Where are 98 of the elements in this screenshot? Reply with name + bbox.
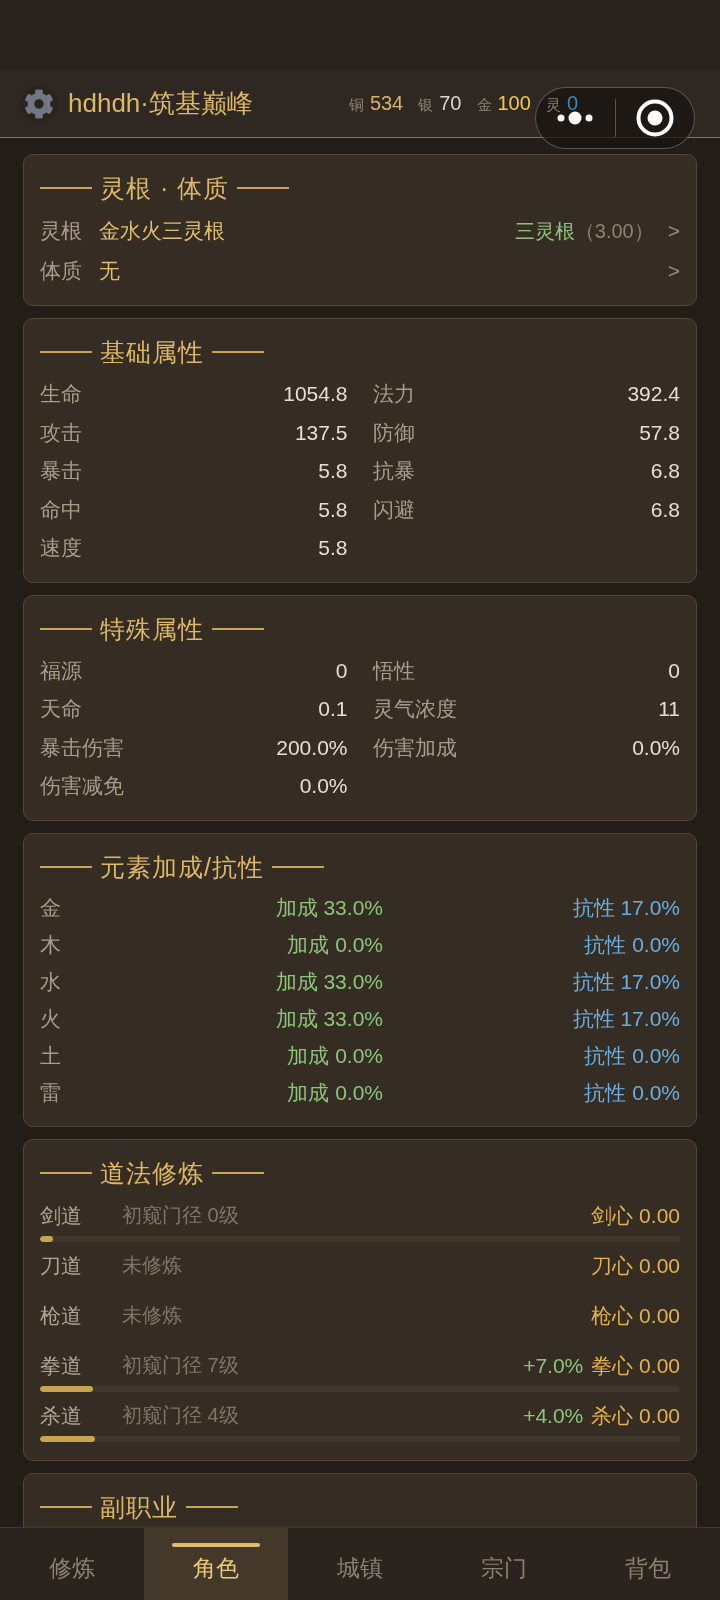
stat-label: 法力 (372, 381, 415, 408)
heart-value: 拳心 0.00 (591, 1352, 680, 1379)
element-label: 木 (40, 932, 62, 958)
more-icon[interactable] (557, 111, 594, 125)
heart-value: 杀心 0.00 (591, 1402, 680, 1429)
element-label: 土 (40, 1043, 62, 1069)
currency-label: 银 (418, 96, 434, 115)
bonus-value: 加成 0.0% (287, 932, 383, 958)
stat-label: 速度 (40, 535, 82, 562)
grade-text: 三灵根 (514, 218, 575, 244)
bonus-value: 加成 0.0% (287, 1080, 383, 1106)
row-value: 无 (99, 258, 120, 284)
stat-label: 命中 (40, 496, 82, 523)
currency-label: 灵 (545, 96, 561, 115)
element-label: 金 (40, 895, 62, 921)
stat-value: 6.8 (650, 459, 680, 484)
bonus-value: 加成 33.0% (275, 969, 383, 995)
stat-label: 悟性 (372, 657, 415, 684)
element-label: 水 (40, 969, 62, 995)
currency-value: 0 (566, 92, 578, 115)
card-title: 元素加成/抗性 (100, 851, 264, 883)
heart-value: 枪心 0.00 (591, 1302, 680, 1329)
stat-value: 57.8 (639, 420, 680, 445)
stat-label: 福源 (40, 657, 82, 684)
nav-tab[interactable]: 角色 (144, 1528, 288, 1600)
bonus-value: +4.0% (523, 1403, 584, 1428)
currency-value: 534 (369, 92, 404, 115)
card-title: 道法修炼 (100, 1157, 204, 1189)
nav-tab[interactable]: 宗门 (432, 1528, 576, 1600)
chevron-link[interactable]: > (667, 259, 680, 283)
stat-value: 0.0% (632, 735, 680, 760)
stat-value: 0 (335, 658, 348, 683)
bonus-value: 加成 0.0% (287, 1043, 383, 1069)
nav-tab[interactable]: 背包 (576, 1528, 720, 1600)
dao-stage: 初窥门径 7级 (122, 1353, 239, 1378)
row-value: 金水火三灵根 (99, 218, 225, 244)
target-icon[interactable] (635, 99, 674, 137)
settings-icon[interactable] (20, 84, 58, 123)
row-label: 体质 (40, 258, 83, 284)
stat-value: 11 (658, 697, 680, 722)
dao-name: 拳道 (40, 1352, 83, 1379)
bonus-value: +7.0% (523, 1353, 584, 1378)
stat-label: 生命 (40, 381, 82, 408)
stat-label: 天命 (40, 696, 82, 723)
heart-value: 剑心 0.00 (591, 1202, 680, 1229)
dao-stage: 初窥门径 4级 (122, 1403, 239, 1428)
stat-value: 6.8 (650, 497, 680, 522)
stat-label: 防御 (372, 419, 415, 446)
currency-value: 70 (439, 92, 462, 115)
player-title: hdhdh·筑基巅峰 (68, 87, 253, 120)
element-label: 雷 (40, 1080, 62, 1106)
dao-stage: 未修炼 (122, 1303, 182, 1328)
stat-value: 137.5 (294, 420, 348, 445)
dao-name: 枪道 (40, 1302, 83, 1329)
dao-stage: 初窥门径 0级 (122, 1203, 239, 1228)
resist-value: 抗性 17.0% (572, 969, 680, 995)
stat-label: 伤害减免 (40, 773, 124, 800)
card-title: 特殊属性 (100, 613, 204, 645)
card-title: 副职业 (100, 1491, 178, 1523)
bonus-value: 加成 33.0% (275, 1006, 383, 1032)
stat-label: 灵气浓度 (372, 696, 457, 723)
resist-value: 抗性 0.0% (584, 932, 680, 958)
stat-label: 闪避 (372, 496, 415, 523)
stat-label: 伤害加成 (372, 734, 457, 761)
currency-label: 金 (476, 96, 492, 115)
stat-value: 5.8 (318, 497, 348, 522)
stat-value: 0 (668, 658, 680, 683)
stat-value: 392.4 (627, 382, 680, 407)
stat-value: 5.8 (318, 459, 348, 484)
stat-value: 5.8 (318, 536, 348, 561)
resist-value: 抗性 0.0% (584, 1080, 680, 1106)
stat-value: 0.1 (318, 697, 348, 722)
row-label: 灵根 (40, 218, 83, 244)
dao-name: 剑道 (40, 1202, 83, 1229)
resist-value: 抗性 17.0% (572, 1006, 680, 1032)
card-title: 基础属性 (100, 337, 204, 368)
card-title: 灵根 · 体质 (100, 173, 230, 204)
stat-label: 抗暴 (372, 458, 415, 485)
nav-tab[interactable]: 城镇 (288, 1528, 432, 1600)
resist-value: 抗性 0.0% (584, 1043, 680, 1069)
bonus-value: 加成 33.0% (275, 895, 383, 921)
element-label: 火 (40, 1006, 62, 1032)
stat-value: 200.0% (276, 735, 348, 760)
stat-label: 攻击 (40, 419, 82, 446)
stat-label: 暴击 (40, 458, 82, 485)
stat-value: 1054.8 (283, 382, 348, 407)
dao-name: 刀道 (40, 1252, 83, 1279)
stat-label: 暴击伤害 (40, 734, 124, 761)
dao-name: 杀道 (40, 1402, 83, 1429)
dao-stage: 未修炼 (122, 1253, 182, 1278)
currency-value: 100 (497, 92, 531, 115)
resist-value: 抗性 17.0% (572, 895, 680, 921)
heart-value: 刀心 0.00 (591, 1252, 680, 1279)
chevron-link[interactable]: > (667, 219, 680, 243)
currency-label: 铜 (348, 96, 364, 115)
stat-value: 0.0% (299, 774, 348, 799)
score-text: （3.00） (574, 218, 654, 244)
nav-tab[interactable]: 修炼 (0, 1528, 144, 1600)
